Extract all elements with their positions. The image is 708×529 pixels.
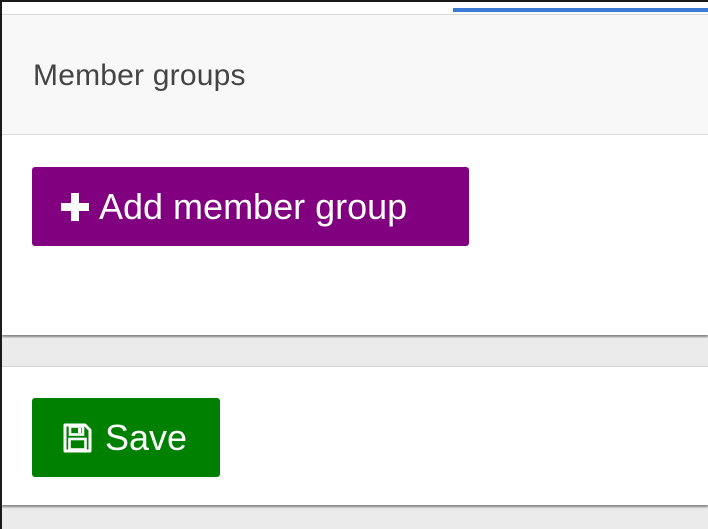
add-member-group-label: Add member group — [99, 185, 408, 227]
save-button[interactable]: Save — [32, 398, 220, 477]
add-member-group-button[interactable]: Add member group — [32, 167, 469, 246]
save-label: Save — [105, 416, 188, 458]
app-frame: Member groups Add member group Save — [0, 0, 708, 529]
panel-header: Member groups — [2, 15, 708, 135]
floppy-disk-icon — [63, 423, 92, 452]
section-divider — [2, 338, 708, 366]
active-tab-indicator — [453, 8, 708, 12]
panel-title: Member groups — [33, 59, 246, 92]
form-actions-panel: Save — [2, 366, 708, 505]
plus-icon — [61, 192, 89, 221]
member-groups-panel: Member groups Add member group — [2, 14, 708, 335]
